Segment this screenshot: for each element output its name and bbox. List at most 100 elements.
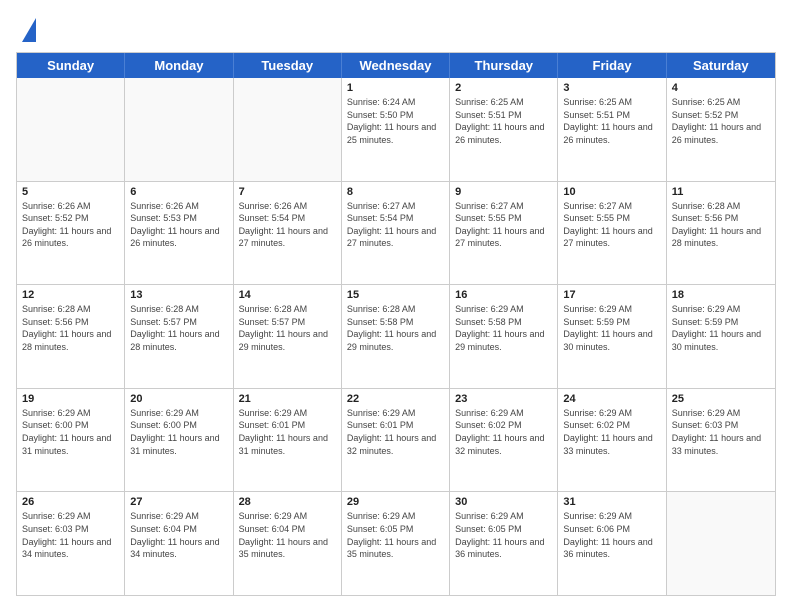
day-cell-28: 28 Sunrise: 6:29 AM Sunset: 6:04 PM Dayli… (234, 492, 342, 595)
day-number: 18 (672, 289, 770, 301)
day-info: Sunrise: 6:26 AM Sunset: 5:53 PM Dayligh… (130, 200, 227, 250)
empty-cell (17, 78, 125, 181)
week-row-4: 19 Sunrise: 6:29 AM Sunset: 6:00 PM Dayli… (17, 388, 775, 492)
day-info: Sunrise: 6:29 AM Sunset: 6:00 PM Dayligh… (130, 407, 227, 457)
day-info: Sunrise: 6:25 AM Sunset: 5:52 PM Dayligh… (672, 96, 770, 146)
day-cell-14: 14 Sunrise: 6:28 AM Sunset: 5:57 PM Dayli… (234, 285, 342, 388)
day-info: Sunrise: 6:24 AM Sunset: 5:50 PM Dayligh… (347, 96, 444, 146)
day-cell-3: 3 Sunrise: 6:25 AM Sunset: 5:51 PM Daylig… (558, 78, 666, 181)
day-number: 4 (672, 82, 770, 94)
day-info: Sunrise: 6:29 AM Sunset: 6:02 PM Dayligh… (455, 407, 552, 457)
day-info: Sunrise: 6:27 AM Sunset: 5:55 PM Dayligh… (563, 200, 660, 250)
header (16, 16, 776, 42)
day-info: Sunrise: 6:29 AM Sunset: 6:01 PM Dayligh… (239, 407, 336, 457)
day-cell-21: 21 Sunrise: 6:29 AM Sunset: 6:01 PM Dayli… (234, 389, 342, 492)
logo (16, 16, 36, 42)
day-cell-19: 19 Sunrise: 6:29 AM Sunset: 6:00 PM Dayli… (17, 389, 125, 492)
day-number: 7 (239, 186, 336, 198)
day-info: Sunrise: 6:28 AM Sunset: 5:56 PM Dayligh… (672, 200, 770, 250)
day-header-monday: Monday (125, 53, 233, 78)
day-cell-20: 20 Sunrise: 6:29 AM Sunset: 6:00 PM Dayli… (125, 389, 233, 492)
day-number: 24 (563, 393, 660, 405)
day-cell-24: 24Sunrise: 6:29 AM Sunset: 6:02 PM Dayli… (558, 389, 666, 492)
day-number: 20 (130, 393, 227, 405)
day-cell-15: 15 Sunrise: 6:28 AM Sunset: 5:58 PM Dayli… (342, 285, 450, 388)
day-cell-31: 31 Sunrise: 6:29 AM Sunset: 6:06 PM Dayli… (558, 492, 666, 595)
week-row-5: 26 Sunrise: 6:29 AM Sunset: 6:03 PM Dayli… (17, 491, 775, 595)
day-headers: SundayMondayTuesdayWednesdayThursdayFrid… (17, 53, 775, 78)
day-number: 15 (347, 289, 444, 301)
empty-cell (125, 78, 233, 181)
day-number: 3 (563, 82, 660, 94)
day-cell-30: 30Sunrise: 6:29 AM Sunset: 6:05 PM Dayli… (450, 492, 558, 595)
day-info: Sunrise: 6:28 AM Sunset: 5:56 PM Dayligh… (22, 303, 119, 353)
weeks-container: 1 Sunrise: 6:24 AM Sunset: 5:50 PM Daylig… (17, 78, 775, 595)
day-cell-6: 6Sunrise: 6:26 AM Sunset: 5:53 PM Daylig… (125, 182, 233, 285)
day-info: Sunrise: 6:28 AM Sunset: 5:58 PM Dayligh… (347, 303, 444, 353)
week-row-1: 1 Sunrise: 6:24 AM Sunset: 5:50 PM Daylig… (17, 78, 775, 181)
day-header-wednesday: Wednesday (342, 53, 450, 78)
week-row-2: 5 Sunrise: 6:26 AM Sunset: 5:52 PM Daylig… (17, 181, 775, 285)
day-cell-4: 4 Sunrise: 6:25 AM Sunset: 5:52 PM Daylig… (667, 78, 775, 181)
day-number: 13 (130, 289, 227, 301)
day-info: Sunrise: 6:29 AM Sunset: 6:05 PM Dayligh… (347, 510, 444, 560)
day-number: 14 (239, 289, 336, 301)
day-info: Sunrise: 6:26 AM Sunset: 5:52 PM Dayligh… (22, 200, 119, 250)
day-cell-16: 16 Sunrise: 6:29 AM Sunset: 5:58 PM Dayli… (450, 285, 558, 388)
day-number: 1 (347, 82, 444, 94)
day-number: 29 (347, 496, 444, 508)
day-cell-25: 25 Sunrise: 6:29 AM Sunset: 6:03 PM Dayli… (667, 389, 775, 492)
day-number: 26 (22, 496, 119, 508)
day-info: Sunrise: 6:25 AM Sunset: 5:51 PM Dayligh… (563, 96, 660, 146)
day-number: 22 (347, 393, 444, 405)
day-number: 16 (455, 289, 552, 301)
day-cell-26: 26 Sunrise: 6:29 AM Sunset: 6:03 PM Dayli… (17, 492, 125, 595)
day-info: Sunrise: 6:29 AM Sunset: 6:04 PM Dayligh… (130, 510, 227, 560)
day-info: Sunrise: 6:29 AM Sunset: 6:01 PM Dayligh… (347, 407, 444, 457)
day-number: 10 (563, 186, 660, 198)
day-number: 19 (22, 393, 119, 405)
day-header-tuesday: Tuesday (234, 53, 342, 78)
empty-cell (234, 78, 342, 181)
day-info: Sunrise: 6:27 AM Sunset: 5:55 PM Dayligh… (455, 200, 552, 250)
day-info: Sunrise: 6:29 AM Sunset: 6:00 PM Dayligh… (22, 407, 119, 457)
day-number: 30 (455, 496, 552, 508)
day-info: Sunrise: 6:25 AM Sunset: 5:51 PM Dayligh… (455, 96, 552, 146)
day-info: Sunrise: 6:29 AM Sunset: 6:03 PM Dayligh… (22, 510, 119, 560)
day-header-sunday: Sunday (17, 53, 125, 78)
day-number: 31 (563, 496, 660, 508)
day-info: Sunrise: 6:29 AM Sunset: 6:03 PM Dayligh… (672, 407, 770, 457)
day-cell-22: 22 Sunrise: 6:29 AM Sunset: 6:01 PM Dayli… (342, 389, 450, 492)
day-number: 2 (455, 82, 552, 94)
day-number: 27 (130, 496, 227, 508)
day-number: 12 (22, 289, 119, 301)
day-info: Sunrise: 6:28 AM Sunset: 5:57 PM Dayligh… (239, 303, 336, 353)
day-info: Sunrise: 6:29 AM Sunset: 6:06 PM Dayligh… (563, 510, 660, 560)
day-cell-10: 10 Sunrise: 6:27 AM Sunset: 5:55 PM Dayli… (558, 182, 666, 285)
day-number: 23 (455, 393, 552, 405)
day-cell-7: 7Sunrise: 6:26 AM Sunset: 5:54 PM Daylig… (234, 182, 342, 285)
day-info: Sunrise: 6:29 AM Sunset: 5:58 PM Dayligh… (455, 303, 552, 353)
day-cell-9: 9Sunrise: 6:27 AM Sunset: 5:55 PM Daylig… (450, 182, 558, 285)
day-cell-27: 27 Sunrise: 6:29 AM Sunset: 6:04 PM Dayli… (125, 492, 233, 595)
day-number: 25 (672, 393, 770, 405)
day-cell-8: 8 Sunrise: 6:27 AM Sunset: 5:54 PM Daylig… (342, 182, 450, 285)
day-cell-1: 1 Sunrise: 6:24 AM Sunset: 5:50 PM Daylig… (342, 78, 450, 181)
day-number: 28 (239, 496, 336, 508)
day-cell-2: 2 Sunrise: 6:25 AM Sunset: 5:51 PM Daylig… (450, 78, 558, 181)
day-info: Sunrise: 6:29 AM Sunset: 5:59 PM Dayligh… (672, 303, 770, 353)
day-cell-17: 17Sunrise: 6:29 AM Sunset: 5:59 PM Dayli… (558, 285, 666, 388)
day-number: 5 (22, 186, 119, 198)
day-number: 8 (347, 186, 444, 198)
day-cell-11: 11Sunrise: 6:28 AM Sunset: 5:56 PM Dayli… (667, 182, 775, 285)
calendar: SundayMondayTuesdayWednesdayThursdayFrid… (16, 52, 776, 596)
day-info: Sunrise: 6:28 AM Sunset: 5:57 PM Dayligh… (130, 303, 227, 353)
day-cell-13: 13 Sunrise: 6:28 AM Sunset: 5:57 PM Dayli… (125, 285, 233, 388)
day-cell-29: 29 Sunrise: 6:29 AM Sunset: 6:05 PM Dayli… (342, 492, 450, 595)
empty-cell (667, 492, 775, 595)
day-info: Sunrise: 6:29 AM Sunset: 6:04 PM Dayligh… (239, 510, 336, 560)
day-info: Sunrise: 6:27 AM Sunset: 5:54 PM Dayligh… (347, 200, 444, 250)
day-cell-23: 23 Sunrise: 6:29 AM Sunset: 6:02 PM Dayli… (450, 389, 558, 492)
day-number: 21 (239, 393, 336, 405)
day-header-thursday: Thursday (450, 53, 558, 78)
